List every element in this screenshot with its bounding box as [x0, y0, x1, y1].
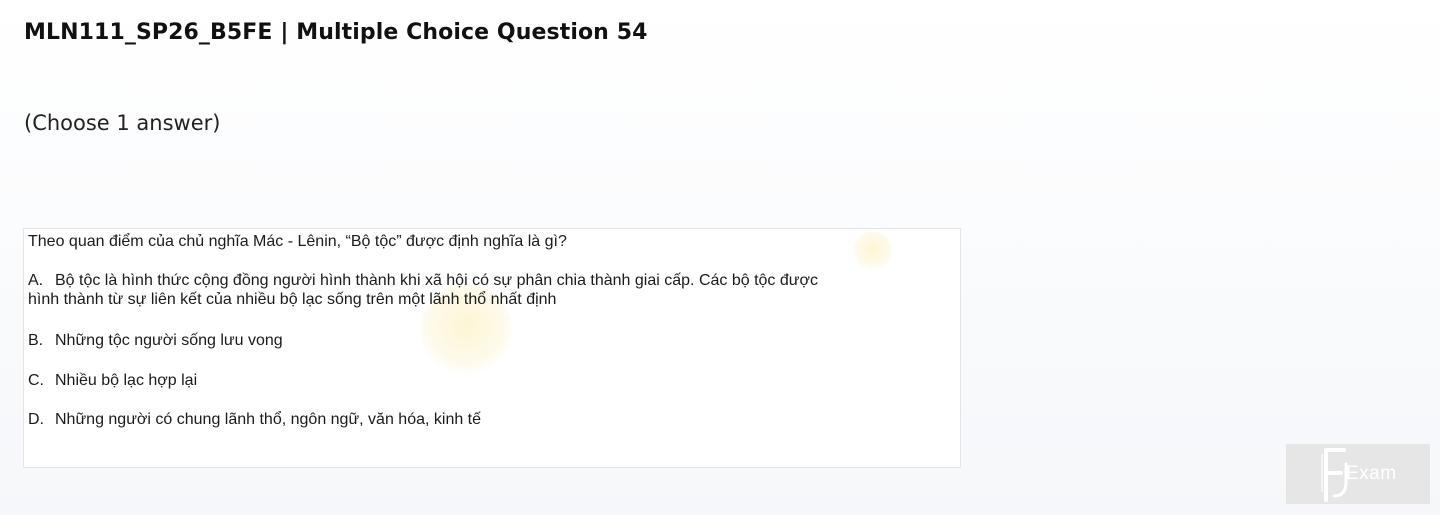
option-letter: D.	[28, 411, 44, 428]
option-letter: B.	[28, 332, 44, 349]
logo-text: Exam	[1346, 463, 1397, 484]
option-text: Những tộc người sống lưu vong	[55, 332, 283, 349]
page-title: MLN111_SP26_B5FE | Multiple Choice Quest…	[24, 20, 648, 45]
option-letter: A.	[28, 272, 44, 289]
fu-exam-logo: Exam	[1286, 444, 1430, 504]
option-a: A. Bộ tộc là hình thức cộng đồng người hì…	[28, 271, 818, 290]
option-b: B. Những tộc người sống lưu vong	[28, 331, 283, 350]
option-text: Bộ tộc là hình thức cộng đồng người hình…	[55, 272, 818, 289]
question-stem: Theo quan điểm của chủ nghĩa Mác - Lênin…	[28, 233, 567, 250]
option-text: Nhiều bộ lạc hợp lại	[55, 372, 198, 389]
answer-instruction: (Choose 1 answer)	[24, 111, 221, 135]
option-d: D. Những người có chung lãnh thổ, ngôn ng…	[28, 410, 481, 429]
question-image: Theo quan điểm của chủ nghĩa Mác - Lênin…	[23, 228, 961, 468]
option-a-continuation: hình thành từ sự liên kết của nhiều bộ l…	[28, 291, 557, 308]
option-c: C. Nhiều bộ lạc hợp lại	[28, 371, 197, 390]
option-letter: C.	[28, 372, 44, 389]
option-text: Những người có chung lãnh thổ, ngôn ngữ,…	[55, 411, 482, 428]
watermark-stamp	[853, 231, 893, 271]
